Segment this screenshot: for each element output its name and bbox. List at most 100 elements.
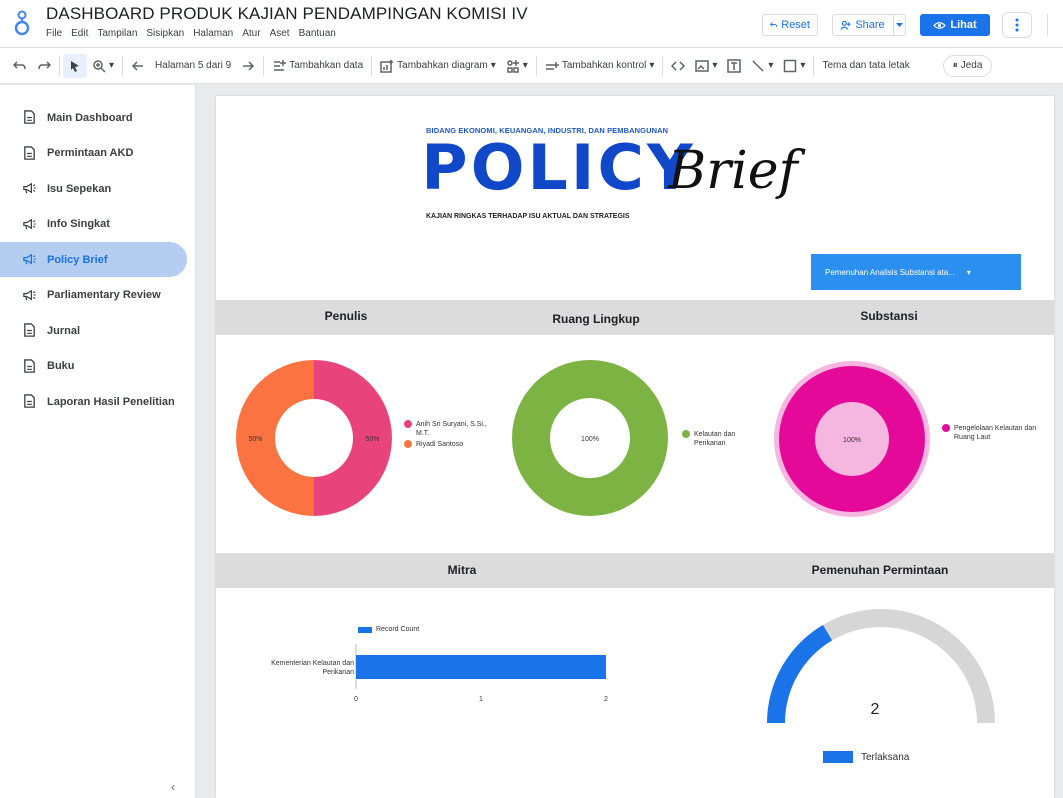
redo-icon bbox=[38, 60, 51, 69]
sidebar-item-label: Laporan Hasil Penelitian bbox=[47, 395, 175, 408]
chevron-down-icon: ▾ bbox=[522, 60, 528, 71]
sidebar-item-parliamentary-review[interactable]: Parliamentary Review bbox=[0, 278, 187, 313]
legend-swatch bbox=[823, 751, 853, 763]
select-tool-button[interactable] bbox=[63, 53, 87, 78]
more-vert-icon bbox=[1015, 18, 1019, 32]
legend-item[interactable]: Riyadi Santoso bbox=[404, 440, 499, 449]
legend-label: Kelautan dan Perikanan bbox=[694, 431, 736, 447]
megaphone-icon bbox=[23, 182, 36, 194]
policy-brief-logo-title: POLICY bbox=[421, 131, 696, 204]
header-penulis: Penulis bbox=[324, 309, 368, 323]
sidebar-item-policy-brief[interactable]: Policy Brief bbox=[0, 242, 187, 277]
menu-file[interactable]: File bbox=[46, 28, 62, 39]
collapse-sidebar-icon[interactable]: ‹ bbox=[171, 780, 175, 794]
undo-arrow-icon bbox=[770, 22, 778, 27]
donut-slice[interactable] bbox=[314, 360, 392, 516]
undo-button[interactable] bbox=[8, 54, 32, 78]
add-control-button[interactable]: Tambahkan kontrol ▾ bbox=[540, 54, 660, 78]
community-viz-button[interactable]: ▾ bbox=[501, 54, 533, 78]
sidebar-item-label: Buku bbox=[47, 360, 75, 372]
add-data-button[interactable]: Tambahkan data bbox=[267, 54, 368, 78]
theme-layout-button[interactable]: Tema dan tata letak bbox=[817, 54, 914, 78]
menu-view[interactable]: Tampilan bbox=[97, 28, 137, 39]
title-bar: DASHBOARD PRODUK KAJIAN PENDAMPINGAN KOM… bbox=[0, 0, 1063, 48]
previous-page-button[interactable] bbox=[126, 54, 150, 78]
menu-help[interactable]: Bantuan bbox=[299, 28, 336, 39]
sidebar-item-permintaan-akd[interactable]: Permintaan AKD bbox=[0, 136, 187, 171]
report-canvas: BIDANG EKONOMI, KEUANGAN, INDUSTRI, DAN … bbox=[216, 96, 1054, 798]
reset-label: Reset bbox=[781, 19, 810, 31]
sidebar-item-label: Jurnal bbox=[47, 324, 81, 337]
add-data-label: Tambahkan data bbox=[289, 60, 364, 71]
view-button[interactable]: Lihat bbox=[920, 14, 990, 36]
sidebar-item-isu-sepekan[interactable]: Isu Sepekan bbox=[0, 171, 187, 206]
line-button[interactable]: ▾ bbox=[746, 54, 778, 78]
add-chart-label: Tambahkan diagram bbox=[397, 60, 488, 71]
category-label-line-1: Kementerian Kelautan dan bbox=[271, 660, 354, 667]
edit-toolbar: ▾ Halaman 5 dari 9 Tambahkan data Tambah… bbox=[0, 48, 1063, 84]
substansi-donut-chart[interactable]: 100% bbox=[771, 358, 941, 528]
toolbar-separator bbox=[122, 55, 124, 76]
menu-assets[interactable]: Aset bbox=[270, 28, 290, 39]
penulis-legend: Anih Sri Suryani, S.Si., M.T. Riyadi Sant… bbox=[404, 420, 499, 451]
legend-label: Record Count bbox=[376, 626, 420, 633]
bar[interactable] bbox=[356, 655, 606, 679]
more-options-button[interactable] bbox=[1002, 12, 1032, 38]
document-icon bbox=[24, 358, 35, 373]
share-dropdown-caret-icon[interactable] bbox=[892, 15, 905, 35]
zoom-in-icon bbox=[93, 59, 106, 73]
gauge-fill[interactable] bbox=[767, 624, 833, 723]
category-label-line-2: Perikanan bbox=[322, 669, 354, 676]
substance-filter-dropdown[interactable]: Pemenuhan Analisis Substansi ata... ▾ bbox=[811, 254, 1021, 290]
text-button[interactable] bbox=[722, 54, 746, 78]
legend-label: Pengelolaan Kelautan dan Ruang Laut bbox=[954, 425, 1037, 441]
legend-label: Terlaksana bbox=[861, 751, 910, 763]
sidebar-item-info-singkat[interactable]: Info Singkat bbox=[0, 207, 187, 242]
menu-edit[interactable]: Edit bbox=[71, 28, 88, 39]
pemenuhan-gauge-chart[interactable] bbox=[765, 608, 997, 728]
substansi-legend: Pengelolaan Kelautan dan Ruang Laut bbox=[942, 424, 1042, 444]
cursor-arrow-icon bbox=[71, 60, 79, 72]
menu-page[interactable]: Halaman bbox=[193, 28, 233, 39]
sidebar-item-jurnal[interactable]: Jurnal bbox=[0, 313, 187, 348]
embed-url-button[interactable] bbox=[666, 54, 690, 78]
ruang-lingkup-donut-chart[interactable]: 100% bbox=[511, 358, 681, 520]
share-button[interactable]: Share bbox=[832, 14, 906, 36]
zoom-button[interactable]: ▾ bbox=[87, 54, 119, 78]
reset-button[interactable]: Reset bbox=[762, 14, 818, 36]
legend-item[interactable]: Kelautan dan Perikanan bbox=[682, 430, 752, 448]
sidebar-item-label: Parliamentary Review bbox=[47, 289, 161, 301]
megaphone-icon bbox=[23, 289, 36, 300]
legend-item[interactable]: Anih Sri Suryani, S.Si., M.T. bbox=[404, 420, 499, 438]
sidebar-item-buku[interactable]: Buku bbox=[0, 349, 187, 384]
sidebar-item-main-dashboard[interactable]: Main Dashboard bbox=[0, 100, 187, 135]
x-tick-label: 2 bbox=[604, 696, 608, 703]
mitra-legend: Record Count bbox=[358, 626, 419, 633]
legend-item[interactable]: Pengelolaan Kelautan dan Ruang Laut bbox=[942, 424, 1042, 442]
policy-brief-logo-script: Brief bbox=[668, 141, 798, 201]
document-icon bbox=[24, 145, 35, 160]
document-icon bbox=[24, 110, 35, 124]
pause-button[interactable]: ⏸ Jeda bbox=[942, 54, 993, 77]
shape-button[interactable]: ▾ bbox=[778, 54, 810, 78]
toolbar-separator bbox=[535, 55, 537, 76]
menu-arrange[interactable]: Atur bbox=[242, 28, 260, 39]
sidebar-item-laporan-hasil-penelitian[interactable]: Laporan Hasil Penelitian bbox=[0, 384, 187, 419]
add-chart-button[interactable]: Tambahkan diagram ▾ bbox=[375, 54, 501, 78]
slice-label: 50% bbox=[248, 436, 262, 443]
next-page-button[interactable] bbox=[236, 54, 260, 78]
eye-icon bbox=[933, 21, 947, 29]
document-icon bbox=[24, 394, 35, 408]
image-button[interactable]: ▾ bbox=[690, 54, 722, 78]
mitra-bar-chart[interactable]: Kementerian Kelautan dan Perikanan 0 1 2 bbox=[236, 644, 616, 714]
legend-dot bbox=[404, 420, 412, 428]
looker-studio-logo[interactable] bbox=[10, 8, 34, 38]
rectangle-icon bbox=[784, 59, 797, 72]
chevron-down-icon: ▾ bbox=[966, 267, 971, 277]
page-navigation: Main Dashboard Permintaan AKD Isu Sepekan I… bbox=[0, 85, 196, 798]
menu-insert[interactable]: Sisipkan bbox=[146, 28, 184, 39]
toolbar-separator bbox=[813, 55, 815, 76]
page-indicator: Halaman 5 dari 9 bbox=[155, 60, 232, 71]
report-title[interactable]: DASHBOARD PRODUK KAJIAN PENDAMPINGAN KOM… bbox=[46, 4, 528, 24]
redo-button[interactable] bbox=[32, 54, 56, 78]
